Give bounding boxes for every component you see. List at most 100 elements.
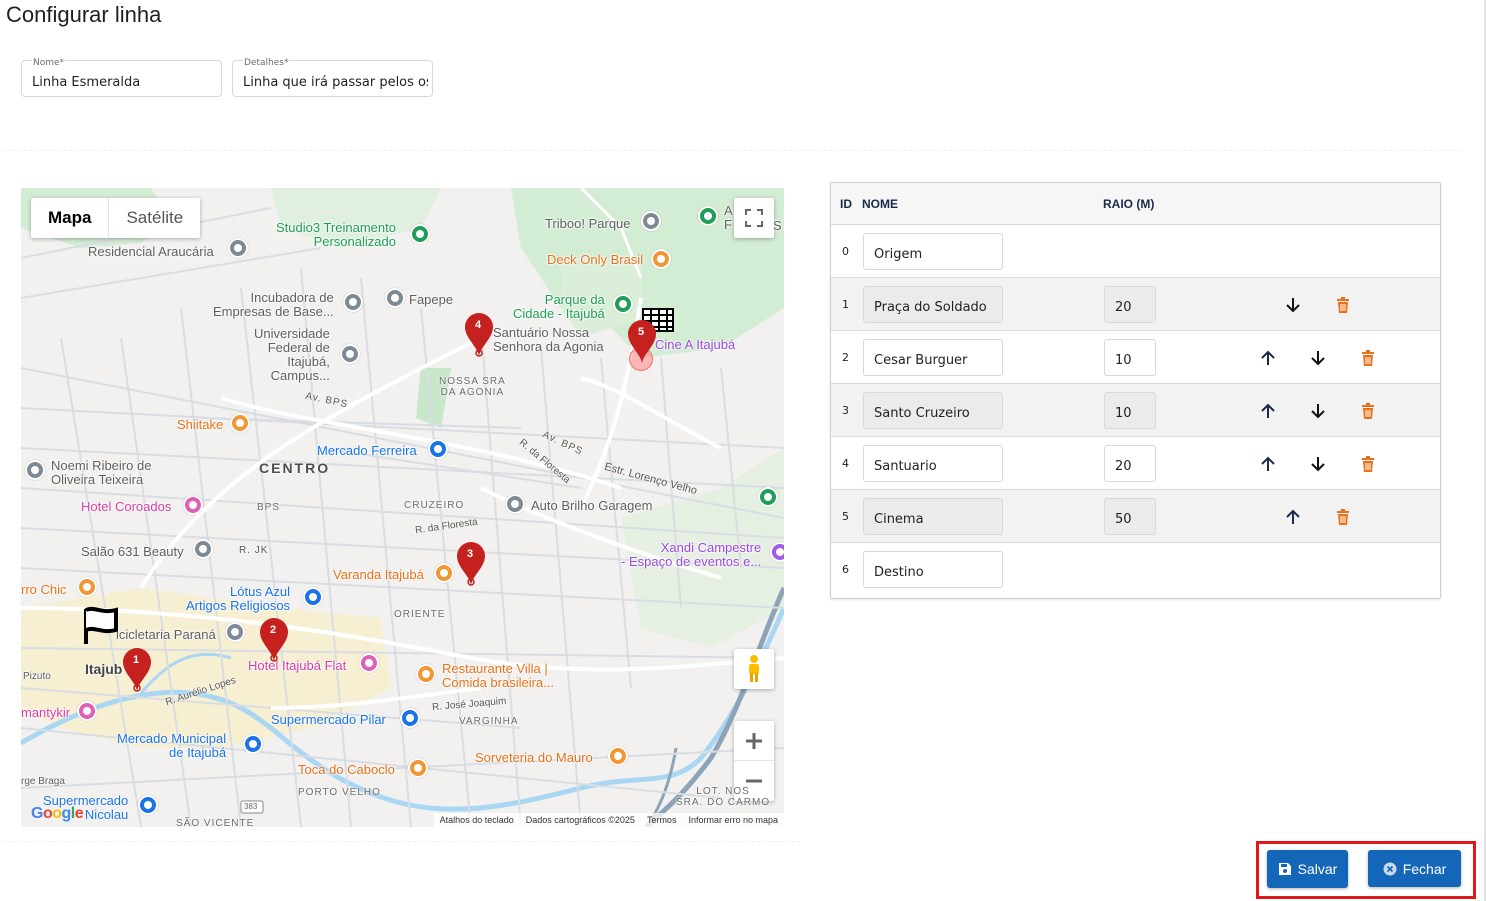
school-poi-icon[interactable]	[343, 292, 363, 312]
place-poi-icon[interactable]	[228, 238, 248, 258]
move-down-button[interactable]	[1308, 401, 1328, 421]
shopping-poi-icon[interactable]	[138, 795, 158, 815]
shopping-poi-icon[interactable]	[400, 708, 420, 728]
map-label-braga[interactable]: rge Braga	[21, 776, 65, 787]
nome-field[interactable]: Nome*	[21, 58, 222, 97]
map-label-shiitake[interactable]: Shiitake	[177, 417, 223, 432]
stop-name-input[interactable]: Origem	[863, 233, 1003, 270]
restaurant-poi-icon[interactable]	[408, 758, 428, 778]
map-label-salao[interactable]: Salão 631 Beauty	[81, 544, 184, 559]
google-logo[interactable]: Google	[31, 805, 84, 823]
shopping-poi-icon[interactable]	[303, 587, 323, 607]
school-poi-icon[interactable]	[340, 344, 360, 364]
map-label-triboo[interactable]: Triboo! Parque	[545, 216, 631, 231]
restaurant-poi-icon[interactable]	[416, 664, 436, 684]
move-up-button[interactable]	[1283, 507, 1303, 527]
map-label-itajuba[interactable]: Itajub	[85, 661, 122, 677]
delete-button[interactable]	[1358, 401, 1378, 421]
stop-name-input[interactable]: Cinema	[863, 498, 1003, 535]
place-poi-icon[interactable]	[225, 622, 245, 642]
map-label-xandi[interactable]: Xandi Campestre - Espaço de eventos e...	[621, 541, 761, 569]
park-poi-icon[interactable]	[758, 487, 778, 507]
restaurant-poi-icon[interactable]	[434, 563, 454, 583]
nome-input[interactable]	[32, 75, 217, 90]
stop-name-input[interactable]: Santo Cruzeiro	[863, 392, 1003, 429]
shopping-poi-icon[interactable]	[243, 734, 263, 754]
event-poi-icon[interactable]	[770, 542, 784, 562]
stop-name-input[interactable]: Santuario	[863, 445, 1003, 482]
park-poi-icon[interactable]	[410, 224, 430, 244]
save-button[interactable]: Salvar	[1267, 850, 1348, 888]
map-type-mapa-button[interactable]: Mapa	[31, 198, 108, 238]
fullscreen-button[interactable]	[734, 198, 774, 238]
map-label-mercado-municipal[interactable]: Mercado Municipal de Itajubá	[117, 732, 226, 760]
map-label-chic[interactable]: rro Chic	[21, 582, 67, 597]
route-marker-5[interactable]: 5	[626, 319, 658, 365]
place-poi-icon[interactable]	[641, 211, 661, 231]
map-label-cine[interactable]: Cine A Itajubá	[655, 337, 735, 352]
stop-radius-input[interactable]: 50	[1104, 498, 1156, 535]
restaurant-poi-icon[interactable]	[651, 249, 671, 269]
zoom-in-button[interactable]	[734, 721, 774, 761]
map-label-pizuto[interactable]: Pizuto	[23, 671, 51, 682]
stop-radius-input[interactable]: 10	[1104, 392, 1156, 429]
map-label-supermercado-pilar[interactable]: Supermercado Pilar	[271, 712, 386, 727]
map-label-bicicletaria[interactable]: icicletaria Paraná	[116, 627, 216, 642]
stop-radius-input[interactable]: 20	[1104, 445, 1156, 482]
restaurant-poi-icon[interactable]	[608, 746, 628, 766]
map-label-santuario[interactable]: Santuário Nossa Senhora da Agonia	[493, 326, 604, 354]
map-view[interactable]: Mapa Satélite Studio3 Treinamento Person…	[21, 188, 784, 827]
restaurant-poi-icon[interactable]	[230, 413, 250, 433]
map-label-hotel-coroados[interactable]: Hotel Coroados	[81, 499, 171, 514]
map-label-restaurante-villa[interactable]: Restaurante Villa | Comida brasileira...	[442, 662, 554, 690]
delete-button[interactable]	[1333, 295, 1353, 315]
map-label-a-f[interactable]: A F	[724, 204, 733, 232]
shopping-poi-icon[interactable]	[428, 439, 448, 459]
stop-radius-input[interactable]: 10	[1104, 339, 1156, 376]
move-up-button[interactable]	[1258, 348, 1278, 368]
report-error-link[interactable]: Informar erro no mapa	[688, 815, 778, 825]
park-poi-icon[interactable]	[698, 206, 718, 226]
hotel-poi-icon[interactable]	[77, 701, 97, 721]
map-type-satelite-button[interactable]: Satélite	[108, 198, 200, 238]
close-button[interactable]: Fechar	[1368, 850, 1461, 887]
move-down-button[interactable]	[1308, 348, 1328, 368]
map-label-varanda[interactable]: Varanda Itajubá	[333, 567, 424, 582]
map-label-auto-brilho[interactable]: Auto Brilho Garagem	[531, 498, 652, 513]
terms-link[interactable]: Termos	[647, 815, 677, 825]
map-label-residencial[interactable]: Residencial Araucária	[88, 244, 214, 259]
map-label-mercado-ferreira[interactable]: Mercado Ferreira	[317, 443, 417, 458]
origin-flag-icon[interactable]	[82, 606, 120, 646]
map-label-deck-only[interactable]: Deck Only Brasil	[547, 252, 643, 267]
map-label-noemi[interactable]: Noemi Ribeiro de Oliveira Teixeira	[51, 459, 151, 487]
stop-name-input[interactable]: Destino	[863, 551, 1003, 588]
street-view-pegman-button[interactable]	[734, 649, 774, 689]
place-poi-icon[interactable]	[25, 460, 45, 480]
map-label-mantykir[interactable]: mantykir	[21, 705, 70, 720]
move-up-button[interactable]	[1258, 401, 1278, 421]
restaurant-poi-icon[interactable]	[77, 577, 97, 597]
stop-name-input[interactable]: Praça do Soldado	[863, 286, 1003, 323]
map-label-s[interactable]: S	[773, 218, 782, 233]
place-poi-icon[interactable]	[505, 494, 525, 514]
stop-radius-input[interactable]: 20	[1104, 286, 1156, 323]
map-label-incubadora[interactable]: Incubadora de Empresas de Base...	[213, 291, 334, 319]
route-marker-4[interactable]: 4	[463, 312, 495, 358]
delete-button[interactable]	[1358, 348, 1378, 368]
move-up-button[interactable]	[1258, 454, 1278, 474]
delete-button[interactable]	[1333, 507, 1353, 527]
map-label-studio3[interactable]: Studio3 Treinamento Personalizado	[276, 221, 396, 249]
move-down-button[interactable]	[1308, 454, 1328, 474]
school-poi-icon[interactable]	[385, 288, 405, 308]
route-marker-1[interactable]: 1	[121, 647, 153, 693]
hotel-poi-icon[interactable]	[183, 495, 203, 515]
map-label-sorveteria[interactable]: Sorveteria do Mauro	[475, 750, 593, 765]
map-label-lotus[interactable]: Lótus Azul Artigos Religiosos	[186, 585, 290, 613]
detalhes-field[interactable]: Detalhes*	[232, 58, 433, 97]
map-label-parque[interactable]: Parque da Cidade - Itajubá	[513, 293, 605, 321]
map-label-toca[interactable]: Toca do Caboclo	[298, 762, 395, 777]
detalhes-input[interactable]	[243, 75, 428, 90]
hotel-poi-icon[interactable]	[359, 653, 379, 673]
map-label-universidade[interactable]: Universidade Federal de Itajubá, Campus.…	[254, 327, 330, 383]
route-marker-3[interactable]: 3	[455, 541, 487, 587]
